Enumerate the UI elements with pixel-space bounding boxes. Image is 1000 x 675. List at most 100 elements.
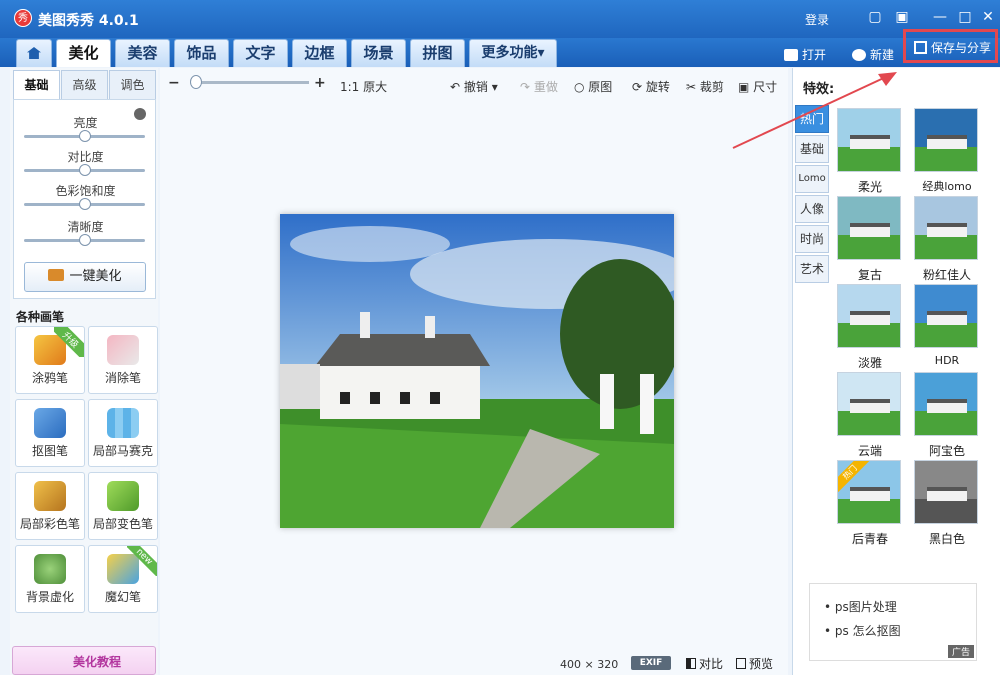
crop-button[interactable]: ✂ 裁剪 (686, 78, 724, 95)
brush-partial-color[interactable]: 局部彩色笔 (15, 472, 85, 540)
edited-photo[interactable] (280, 214, 674, 528)
actual-size-button[interactable]: 1:1 原大 (340, 78, 387, 95)
effect-thumbnail: 热门 (837, 460, 901, 524)
effect-item[interactable]: HDR (914, 284, 980, 367)
new-button[interactable]: 新建 (852, 46, 894, 63)
resize-button[interactable]: ▣ 尺寸 (738, 78, 777, 95)
beautify-tutorial-button[interactable]: 美化教程 (12, 646, 156, 675)
skin-icon[interactable]: ▣ (892, 8, 912, 26)
tab-text[interactable]: 文字 (233, 39, 288, 67)
effect-item[interactable]: 经典lomo (914, 108, 980, 194)
effect-item[interactable]: 阿宝色 (914, 372, 980, 459)
effect-category-fashion[interactable]: 时尚 (795, 225, 829, 253)
home-icon (27, 47, 41, 59)
effects-panel: 特效: 热门 基础 Lomo 人像 时尚 艺术 柔光 经典lomo 复古 粉红佳人淡雅… (792, 68, 1000, 675)
save-icon (914, 41, 927, 54)
login-link[interactable]: 登录 (805, 11, 829, 28)
effect-thumbnail (837, 196, 901, 260)
effect-item[interactable]: 复古 (837, 196, 903, 283)
paint-bucket-icon (107, 481, 139, 511)
effect-item[interactable]: 黑白色 (914, 460, 980, 547)
effect-category-basic[interactable]: 基础 (795, 135, 829, 163)
tab-beauty[interactable]: 美容 (115, 39, 170, 67)
ad-link[interactable]: • ps图片处理 (824, 598, 897, 615)
folder-icon (784, 49, 798, 61)
contrast-label: 对比度 (67, 150, 104, 164)
redo-button[interactable]: ↷ 重做 (520, 78, 558, 95)
feedback-icon[interactable]: ▢ (865, 8, 885, 26)
saturation-knob[interactable] (79, 198, 91, 210)
ad-box[interactable]: • ps图片处理 • ps 怎么抠图 广告 (809, 583, 977, 661)
zoom-slider[interactable] (194, 81, 309, 84)
new-badge: new (127, 546, 157, 576)
effect-label: 淡雅 (857, 356, 882, 370)
effect-thumbnail (914, 196, 978, 260)
zoom-knob[interactable] (190, 75, 202, 89)
brush-color-change[interactable]: 局部变色笔 (88, 472, 158, 540)
tab-border[interactable]: 边框 (292, 39, 347, 67)
tab-home[interactable] (16, 39, 52, 67)
effect-label: 后青春 (851, 532, 888, 546)
tab-collage[interactable]: 拼图 (410, 39, 465, 67)
subtab-color[interactable]: 调色 (109, 70, 156, 100)
effect-thumbnail (914, 284, 978, 348)
preview-button[interactable]: 预览 (736, 655, 773, 672)
zoom-out-icon[interactable]: − (168, 75, 180, 91)
zoom-in-icon[interactable]: + (314, 75, 326, 91)
brightness-knob[interactable] (79, 130, 91, 142)
auto-beautify-button[interactable]: 一键美化 (24, 262, 146, 292)
tab-accessories[interactable]: 饰品 (174, 39, 229, 67)
mosaic-icon (107, 408, 139, 438)
effect-category-portrait[interactable]: 人像 (795, 195, 829, 223)
effect-label: 粉红佳人 (922, 268, 971, 282)
effect-label: 阿宝色 (928, 444, 965, 458)
tab-beautify[interactable]: 美化 (56, 39, 111, 67)
close-button[interactable]: ✕ (978, 8, 998, 26)
brush-mosaic[interactable]: 局部马赛克 (88, 399, 158, 467)
effect-thumbnail (837, 108, 901, 172)
undo-button[interactable]: ↶ 撤销 ▾ (450, 78, 498, 95)
saturation-label: 色彩饱和度 (55, 184, 116, 198)
open-button[interactable]: 打开 (784, 46, 826, 63)
brush-doodle[interactable]: 涂鸦笔 升级 (15, 326, 85, 394)
brush-bg-blur[interactable]: 背景虚化 (15, 545, 85, 613)
rotate-button[interactable]: ⟳ 旋转 (632, 78, 670, 95)
subtab-advanced[interactable]: 高级 (61, 70, 108, 100)
brush-section-title: 各种画笔 (16, 310, 65, 324)
ad-link[interactable]: • ps 怎么抠图 (824, 622, 901, 639)
sharpness-knob[interactable] (79, 234, 91, 246)
original-button[interactable]: ○ 原图 (574, 78, 612, 95)
compare-button[interactable]: 对比 (686, 655, 723, 672)
contrast-knob[interactable] (79, 164, 91, 176)
sharpness-label: 清晰度 (67, 220, 104, 234)
compare-icon (686, 658, 696, 669)
exif-button[interactable]: EXIF (631, 656, 671, 670)
ad-tag[interactable]: 广告 (947, 645, 974, 658)
effect-label: 经典lomo (922, 180, 972, 193)
effect-label: 柔光 (857, 180, 882, 194)
brush-magic[interactable]: 魔幻笔 new (88, 545, 158, 613)
effect-item[interactable]: 柔光 (837, 108, 903, 195)
effect-thumbnail (837, 284, 901, 348)
effect-item[interactable]: 热门 后青春 (837, 460, 903, 547)
eraser-icon (107, 335, 139, 365)
maximize-button[interactable]: □ (955, 8, 975, 26)
effect-category-hot[interactable]: 热门 (795, 105, 829, 133)
effect-thumbnail (914, 372, 978, 436)
minimize-button[interactable]: — (930, 8, 950, 26)
brush-cutout[interactable]: 抠图笔 (15, 399, 85, 467)
subtab-basic[interactable]: 基础 (13, 70, 60, 100)
effect-category-lomo[interactable]: Lomo (795, 165, 829, 193)
tab-scene[interactable]: 场景 (351, 39, 406, 67)
tab-more-features[interactable]: 更多功能▾ (469, 39, 557, 67)
effect-item[interactable]: 淡雅 (837, 284, 903, 371)
effect-category-art[interactable]: 艺术 (795, 255, 829, 283)
app-logo-icon: 秀 (14, 9, 32, 27)
house-photo (280, 214, 674, 528)
effect-item[interactable]: 粉红佳人 (914, 196, 980, 283)
effects-title: 特效: (803, 82, 835, 97)
effect-item[interactable]: 云端 (837, 372, 903, 459)
effect-thumbnail (837, 372, 901, 436)
save-share-button[interactable]: 保存与分享 (903, 29, 998, 63)
brush-eraser[interactable]: 消除笔 (88, 326, 158, 394)
